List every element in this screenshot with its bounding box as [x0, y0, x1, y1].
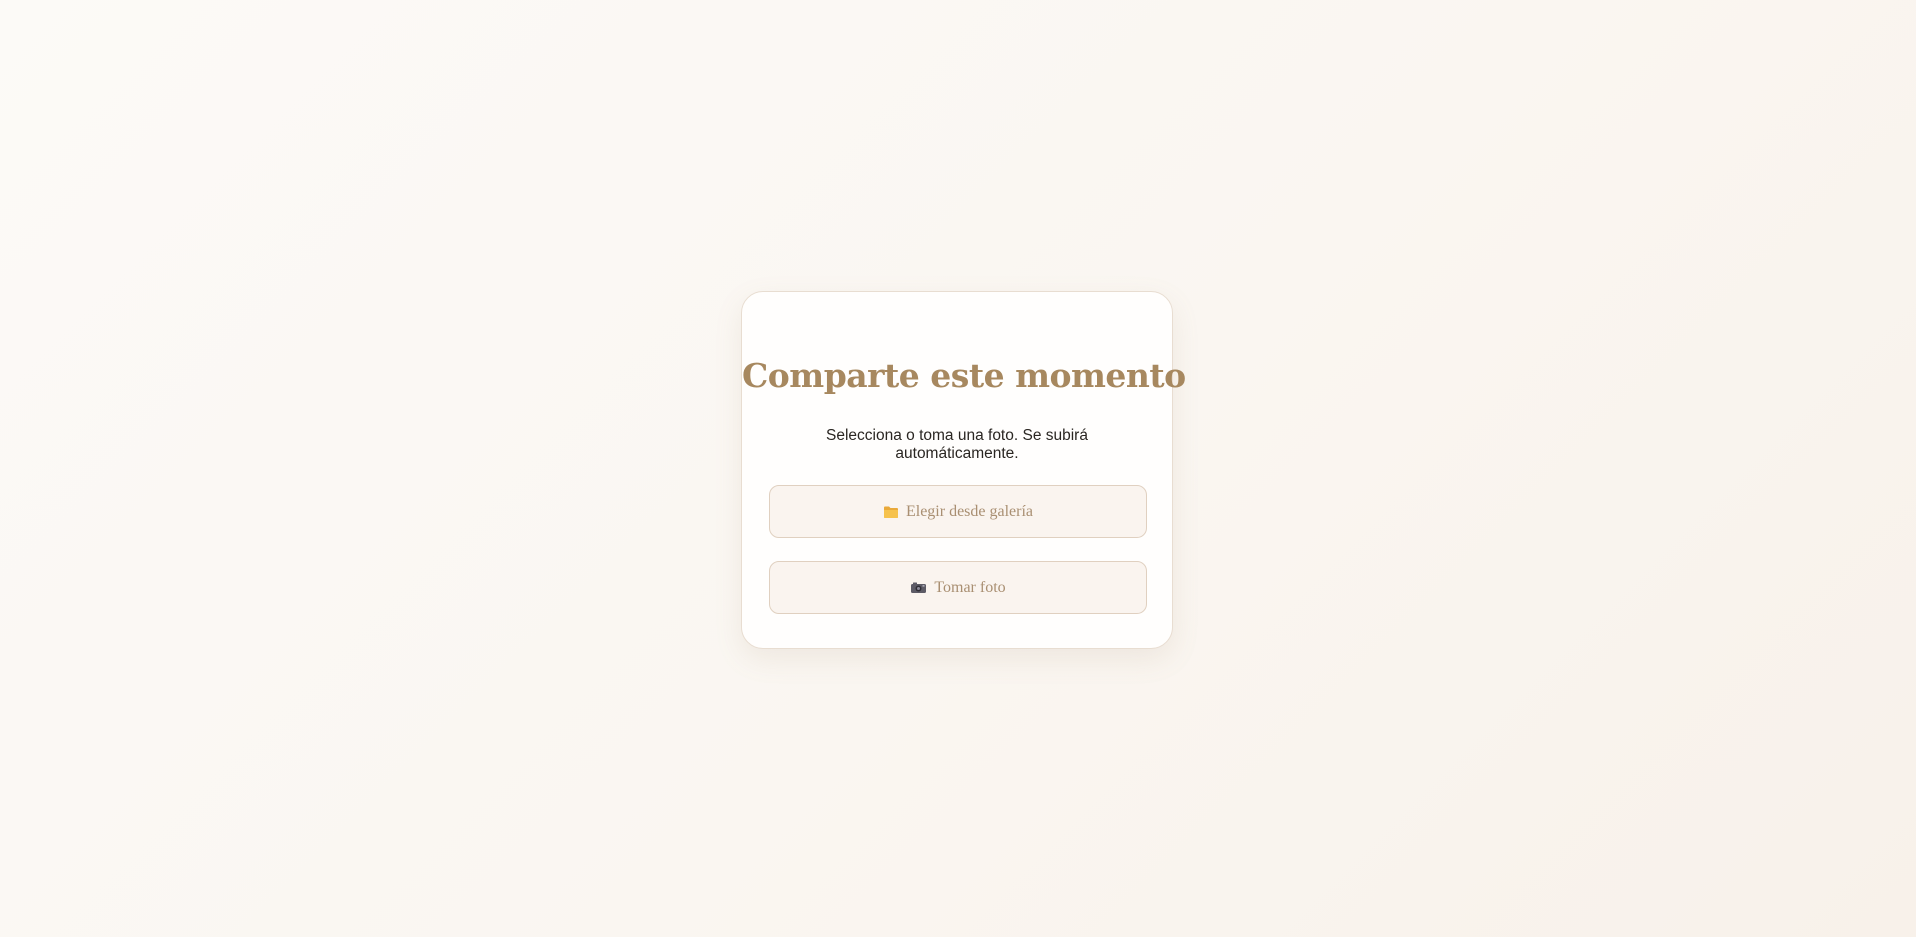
- choose-from-gallery-button[interactable]: Elegir desde galería: [769, 485, 1147, 538]
- take-photo-label: Tomar foto: [934, 578, 1006, 596]
- folder-icon: [883, 505, 899, 519]
- camera-icon: [910, 581, 927, 594]
- choose-from-gallery-label: Elegir desde galería: [905, 502, 1034, 520]
- card-subtitle: Selecciona o toma una foto. Se subirá au…: [826, 427, 1088, 462]
- card-title: Comparte este momento: [742, 356, 1186, 395]
- take-photo-button[interactable]: Tomar foto: [769, 561, 1147, 614]
- upload-card: Comparte este momento Selecciona o toma …: [741, 291, 1186, 649]
